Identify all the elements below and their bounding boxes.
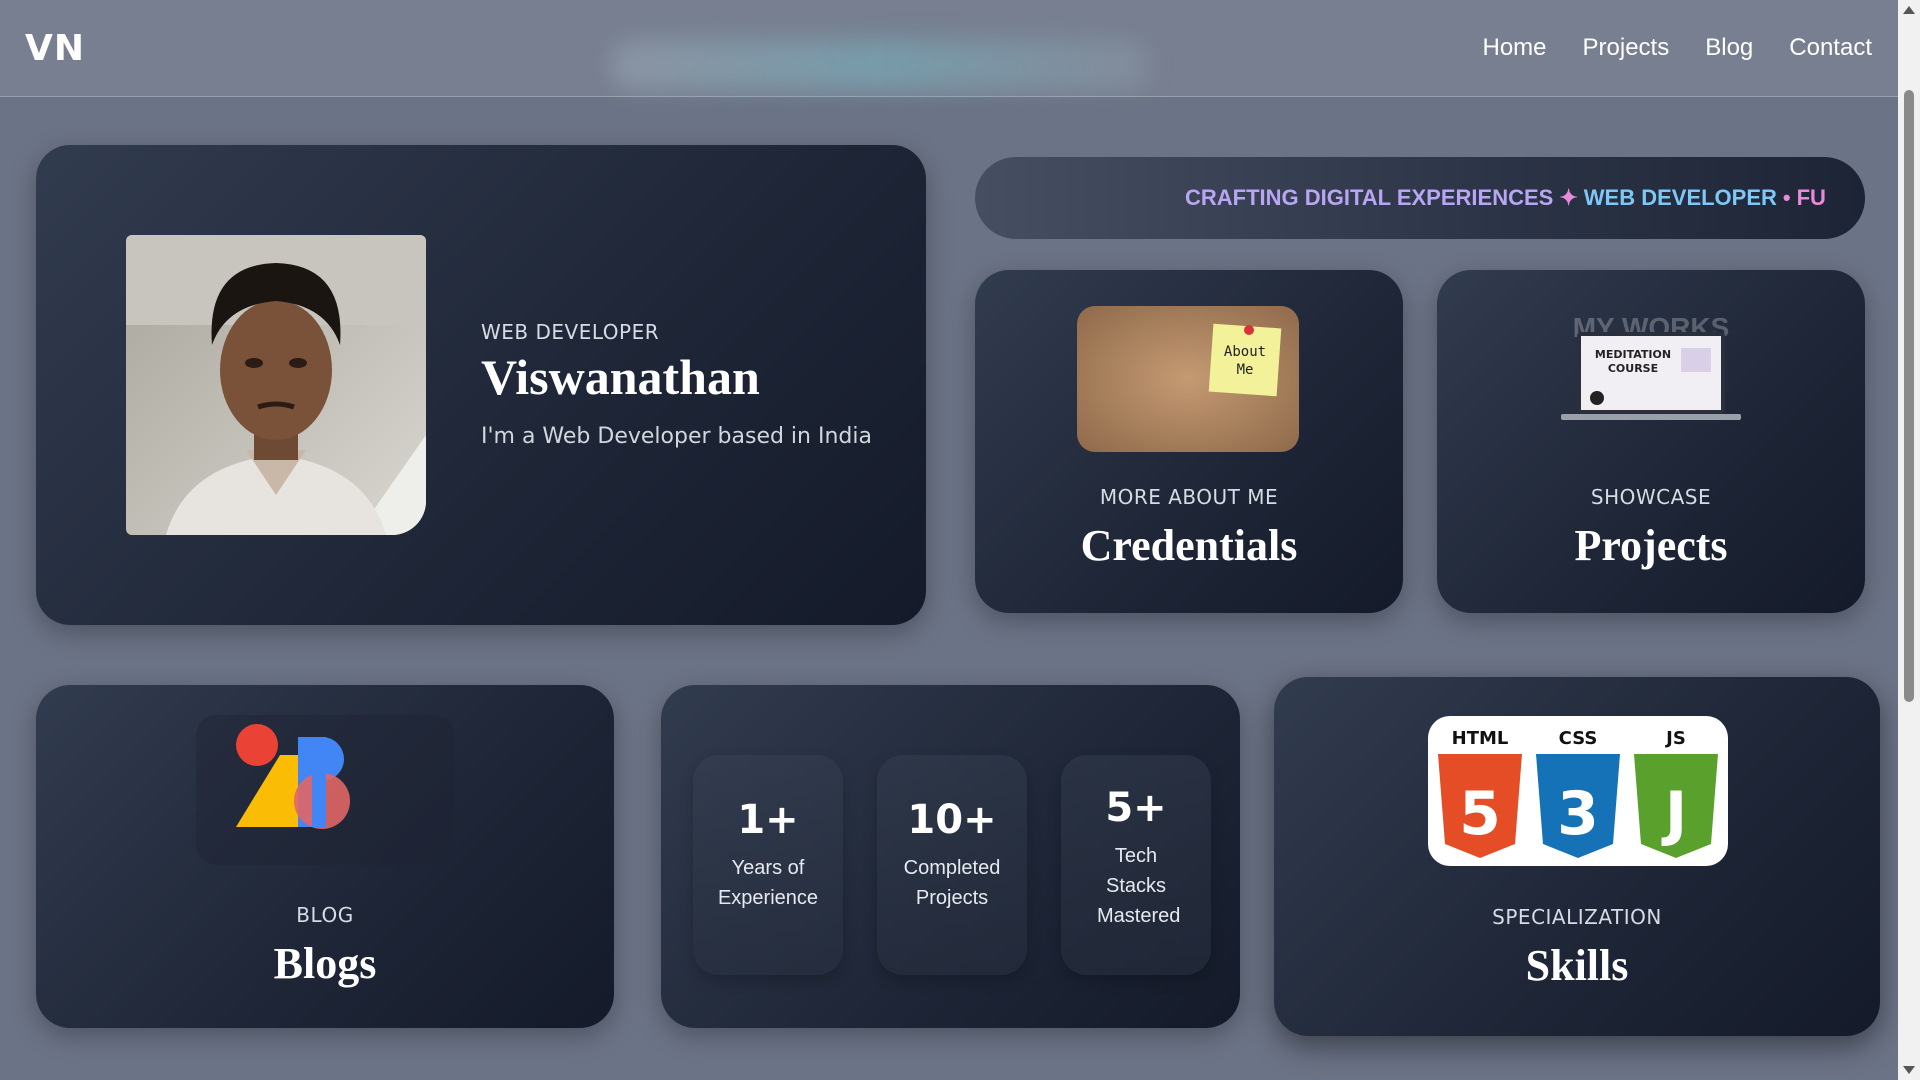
blog-logo-icon [196,715,454,865]
scroll-down-arrow-icon[interactable] [1903,1066,1915,1074]
credentials-title: Credentials [1080,521,1298,570]
hero-name: Viswanathan [481,349,760,405]
site-logo[interactable]: VN [25,28,85,69]
marquee-text-1: CRAFTING DIGITAL EXPERIENCES [1185,185,1554,210]
page-scrollbar[interactable] [1898,0,1920,1080]
svg-text:Me: Me [1237,362,1254,378]
js-shield-letter: J [1661,779,1687,849]
skills-eyebrow: SPECIALIZATION [1492,905,1662,929]
hero-card: WEB DEVELOPER Viswanathan I'm a Web Deve… [36,145,926,625]
stat-tech-stacks: 5+ Tech Stacks Mastered [1061,755,1211,975]
dot-separator: • [1782,185,1791,210]
nav-link-home[interactable]: Home [1483,34,1547,62]
scroll-thumb[interactable] [1904,90,1914,702]
marquee-text-3: FU [1796,185,1826,210]
stat-projects: 10+ Completed Projects [877,755,1027,975]
skills-card[interactable]: HTML CSS JS 5 3 J SPECIALIZATION Skills [1274,677,1880,1036]
credentials-eyebrow: MORE ABOUT ME [1099,485,1279,509]
nav-link-blog[interactable]: Blog [1705,34,1753,62]
nav-link-contact[interactable]: Contact [1789,34,1872,62]
credentials-card[interactable]: About Me MORE ABOUT ME Credentials [975,270,1403,613]
profile-photo [126,235,426,535]
stat-value: 10+ [907,797,997,843]
marquee-track: CRAFTING DIGITAL EXPERIENCES ✦ WEB DEVELOP… [1185,185,1826,211]
hero-text: WEB DEVELOPER Viswanathan I'm a Web Deve… [481,320,872,449]
hero-tagline: I'm a Web Developer based in India [481,424,872,449]
stat-label: Completed Projects [903,857,1001,909]
marquee-text-2: WEB DEVELOPER [1583,185,1777,210]
stats-card: 1+ Years of Experience 10+ Completed Pro… [661,685,1240,1028]
projects-eyebrow: SHOWCASE [1590,485,1712,509]
blogs-eyebrow: BLOG [296,903,354,927]
stat-label: Years of Experience [717,857,819,909]
hero-role: WEB DEVELOPER [481,320,660,344]
top-navbar: VN Home Projects Blog Contact [0,0,1898,97]
tech-badges-image: HTML CSS JS 5 3 J [1428,716,1728,866]
blogs-card[interactable]: BLOG Blogs [36,685,614,1028]
stat-experience: 1+ Years of Experience [693,755,843,975]
marquee-banner: CRAFTING DIGITAL EXPERIENCES ✦ WEB DEVELOP… [975,157,1865,239]
stat-label: Tech Stacks Mastered [1097,845,1181,927]
sparkle-icon: ✦ [1559,185,1578,210]
laptop-mockup: MEDITATION COURSE [1561,328,1741,424]
stat-value: 1+ [737,797,799,843]
skills-title: Skills [1525,941,1629,990]
blogs-title: Blogs [273,939,377,988]
html5-shield-digit: 5 [1459,779,1501,849]
credentials-thumbnail: About Me [1077,306,1299,452]
css-badge-label: CSS [1559,728,1598,749]
svg-text:About: About [1224,344,1266,360]
html-badge-label: HTML [1452,728,1509,749]
decorative-blur [610,40,1150,90]
js-badge-label: JS [1664,728,1686,749]
svg-text:MEDITATION: MEDITATION [1595,348,1671,361]
scroll-up-arrow-icon[interactable] [1903,6,1915,14]
stat-value: 5+ [1105,785,1167,831]
nav-link-projects[interactable]: Projects [1583,34,1670,62]
projects-title: Projects [1574,521,1728,570]
projects-card[interactable]: MY WORKS MEDITATION COURSE SHOWCASE Proj… [1437,270,1865,613]
css3-shield-digit: 3 [1557,779,1599,849]
svg-text:COURSE: COURSE [1608,362,1658,375]
nav-links: Home Projects Blog Contact [1483,34,1873,62]
